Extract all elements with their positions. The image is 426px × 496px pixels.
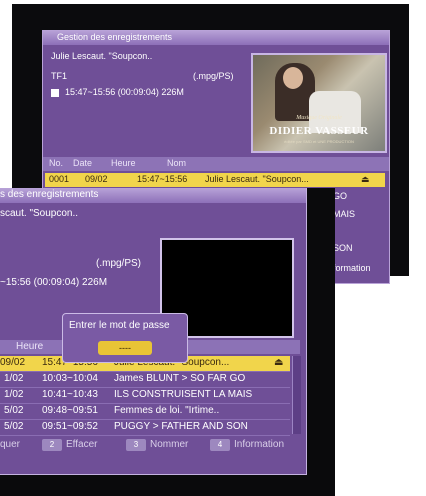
back-channel: TF1 xyxy=(51,71,68,81)
row-name: PUGGY > FATHER AND SON xyxy=(114,421,248,432)
back-row-time: 15:47~15:56 xyxy=(137,174,188,184)
back-title-bar: Gestion des enregistrements xyxy=(43,31,389,45)
front-time-info: ~15:56 (00:09:04) 226M xyxy=(0,277,108,288)
front-program-name: scaut. "Soupcon.. xyxy=(0,208,79,219)
row-date: 1/02 xyxy=(4,373,24,384)
row-name: ILS CONSTRUISENT LA MAIS xyxy=(114,389,253,400)
front-title-bar: s des enregistrements xyxy=(0,188,306,203)
back-col-no: No. xyxy=(49,158,64,168)
key-4-button[interactable]: 4 xyxy=(210,439,230,451)
thumbnail-caption-tiny: éditée par SMD et UNE PRODUCTION xyxy=(284,139,354,144)
row-time: 10:41~10:43 xyxy=(42,389,98,400)
table-row[interactable]: 5/02 09:48~09:51 Femmes de loi. "Irtime.… xyxy=(0,404,290,420)
footer-key-legend: quer 2 Effacer 3 Nommer 4 Information xyxy=(0,438,306,452)
list-scrollbar[interactable] xyxy=(292,356,301,434)
back-video-thumbnail: Musique Originale DIDIER VASSEUR éditée … xyxy=(251,53,387,153)
back-checkbox[interactable] xyxy=(51,89,59,97)
back-row-name: Julie Lescaut. "Soupcon... xyxy=(205,174,309,184)
front-col-time: Heure xyxy=(16,341,44,352)
back-row-date: 09/02 xyxy=(85,174,108,184)
thumbnail-caption-small: Musique Originale xyxy=(296,115,342,121)
footer-label-1: quer xyxy=(0,439,21,450)
front-tv-screen: s des enregistrements scaut. "Soupcon.. … xyxy=(0,188,335,496)
row-date: 5/02 xyxy=(4,421,24,432)
row-date: 5/02 xyxy=(4,405,24,416)
row-time: 09:48~09:51 xyxy=(42,405,98,416)
row-date: 09/02 xyxy=(0,357,26,368)
footer-label-information: Information xyxy=(234,439,285,450)
back-side-fragment-1: GO xyxy=(333,191,348,201)
thumbnail-person-face xyxy=(283,67,303,89)
lock-icon: ⏏ xyxy=(361,174,370,184)
front-format: (.mpg/PS) xyxy=(96,258,142,269)
row-time: 10:03~10:04 xyxy=(42,373,98,384)
back-side-fragment-2: MAIS xyxy=(333,209,356,219)
back-col-name: Nom xyxy=(167,158,187,168)
back-format: (.mpg/PS) xyxy=(193,71,234,81)
back-col-date: Date xyxy=(73,158,93,168)
back-row-no: 0001 xyxy=(49,174,70,184)
row-time: 09:51~09:52 xyxy=(42,421,98,432)
table-row[interactable]: 1/02 10:03~10:04 James BLUNT > SO FAR GO xyxy=(0,372,290,388)
key-2-button[interactable]: 2 xyxy=(42,439,62,451)
footer-label-delete: Effacer xyxy=(66,439,98,450)
footer-label-rename: Nommer xyxy=(150,439,189,450)
table-row[interactable]: 5/02 09:51~09:52 PUGGY > FATHER AND SON xyxy=(0,420,290,436)
row-date: 1/02 xyxy=(4,389,24,400)
password-input[interactable]: ---- xyxy=(98,341,152,355)
password-dialog-label: Entrer le mot de passe xyxy=(69,320,170,331)
lock-icon: ⏏ xyxy=(274,357,284,368)
row-name: Femmes de loi. "Irtime.. xyxy=(114,405,220,416)
key-3-button[interactable]: 3 xyxy=(126,439,146,451)
thumbnail-caption-big: DIDIER VASSEUR xyxy=(269,125,369,137)
back-program-name: Julie Lescaut. "Soupcon.. xyxy=(51,51,153,61)
table-row[interactable]: 1/02 10:41~10:43 ILS CONSTRUISENT LA MAI… xyxy=(0,388,290,404)
back-table-header: No. Date Heure Nom xyxy=(43,157,389,171)
row-name: James BLUNT > SO FAR GO xyxy=(114,373,246,384)
back-col-time: Heure xyxy=(111,158,136,168)
back-time-info: 15:47~15:56 (00:09:04) 226M xyxy=(65,87,184,97)
back-side-fragment-3: SON xyxy=(333,243,353,253)
back-selected-row[interactable]: 0001 09/02 15:47~15:56 Julie Lescaut. "S… xyxy=(45,173,385,187)
front-recordings-panel: s des enregistrements scaut. "Soupcon.. … xyxy=(0,188,307,475)
back-side-fragment-4: formation xyxy=(333,263,371,273)
front-window-title: s des enregistrements xyxy=(0,189,99,200)
password-dialog: Entrer le mot de passe ---- xyxy=(62,313,188,363)
back-window-title: Gestion des enregistrements xyxy=(57,32,173,42)
